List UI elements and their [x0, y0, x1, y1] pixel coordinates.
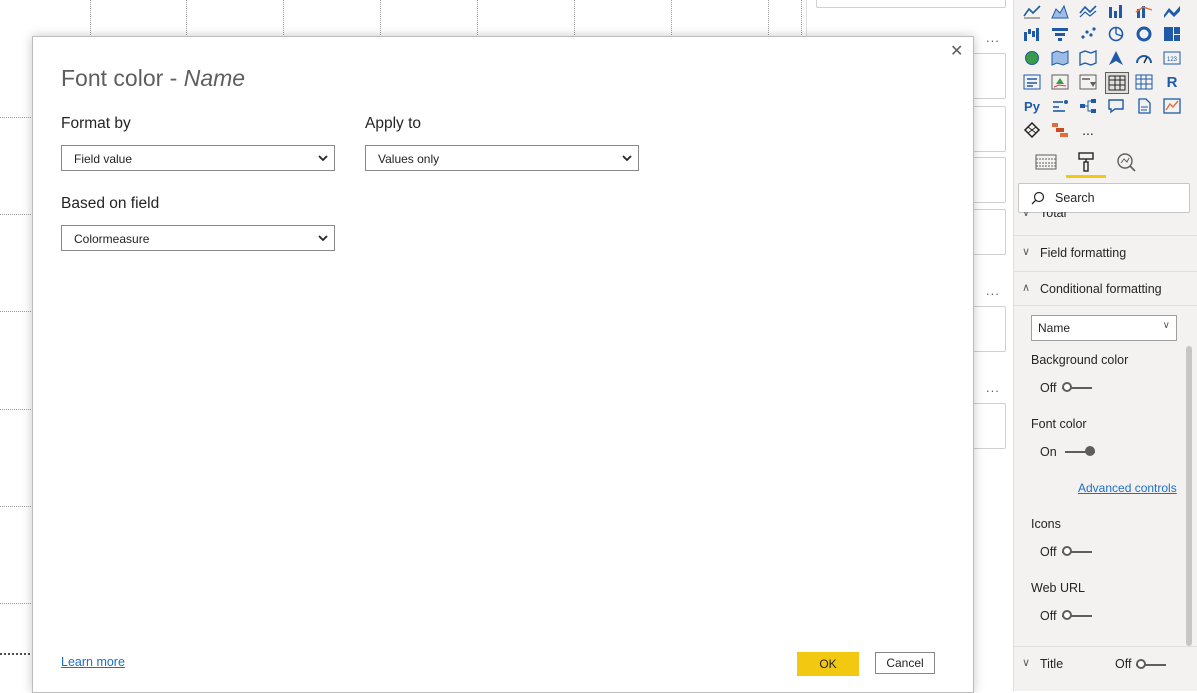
waterfall-chart-icon[interactable] [1022, 25, 1042, 43]
power-apps-icon[interactable] [1022, 121, 1042, 139]
chevron-down-icon: ∨ [1022, 246, 1031, 258]
key-influencers-icon[interactable] [1050, 97, 1070, 115]
icons-toggle[interactable]: Off [1040, 544, 1093, 560]
area-chart-icon[interactable] [1050, 2, 1070, 20]
ok-button[interactable]: OK [797, 652, 859, 676]
format-by-label: Format by [61, 115, 131, 132]
section-title[interactable]: ∨ Title Off [1014, 646, 1197, 683]
paginated-report-icon[interactable] [1162, 97, 1182, 115]
treemap-icon[interactable] [1162, 25, 1182, 43]
python-visual-icon[interactable]: Py [1022, 97, 1042, 115]
apply-to-select[interactable]: Values only [365, 145, 639, 171]
format-search-input[interactable]: Search [1018, 183, 1190, 213]
learn-more-link[interactable]: Learn more [61, 655, 125, 669]
format-tab-icon[interactable] [1073, 151, 1099, 173]
ribbon-chart-icon[interactable] [1162, 2, 1182, 20]
donut-chart-icon[interactable] [1134, 25, 1154, 43]
dialog-title-field: Name [183, 65, 246, 91]
based-on-field-label: Based on field [61, 195, 160, 212]
matrix-icon[interactable] [1134, 73, 1154, 91]
search-icon [1031, 191, 1045, 205]
web-url-label: Web URL [1031, 581, 1085, 595]
power-automate-icon[interactable] [1050, 121, 1070, 139]
chevron-down-icon: ∨ [1162, 320, 1170, 331]
analytics-tab-icon[interactable] [1113, 151, 1139, 173]
azure-map-icon[interactable] [1106, 49, 1126, 67]
field-select-dropdown[interactable]: Name ∨ [1031, 315, 1177, 341]
fields-tab-icon[interactable] [1033, 151, 1059, 173]
filled-map-icon[interactable] [1050, 49, 1070, 67]
chevron-down-icon [622, 155, 632, 162]
gauge-icon[interactable] [1134, 49, 1154, 67]
decomposition-tree-icon[interactable] [1078, 97, 1098, 115]
shape-map-icon[interactable] [1078, 49, 1098, 67]
active-tab-indicator [1066, 175, 1106, 178]
line-stacked-column-icon[interactable] [1134, 2, 1154, 20]
funnel-chart-icon[interactable] [1050, 25, 1070, 43]
line-chart-icon[interactable] [1022, 2, 1042, 20]
chevron-down-icon [318, 155, 328, 162]
more-options-icon[interactable]: ... [986, 30, 1000, 45]
cancel-button[interactable]: Cancel [875, 652, 935, 674]
section-conditional-formatting[interactable]: ∧ Conditional formatting [1014, 271, 1197, 307]
more-visuals-icon[interactable]: ... [1078, 121, 1098, 139]
background-color-label: Background color [1031, 353, 1129, 367]
table-icon[interactable] [1105, 72, 1129, 94]
icons-label: Icons [1031, 517, 1061, 531]
qa-icon[interactable] [1106, 97, 1126, 115]
search-placeholder: Search [1055, 191, 1095, 205]
font-color-dialog: Font color - Name ✕ Format by Field valu… [32, 36, 974, 693]
stacked-area-chart-icon[interactable] [1078, 2, 1098, 20]
pie-chart-icon[interactable] [1106, 25, 1126, 43]
map-icon[interactable] [1022, 49, 1042, 67]
multi-row-card-icon[interactable] [1022, 73, 1042, 91]
more-options-icon[interactable]: ... [986, 380, 1000, 395]
chevron-down-icon: ∨ [1022, 657, 1031, 669]
title-toggle-track[interactable] [1136, 659, 1166, 669]
canvas-selection-edge [0, 653, 30, 655]
more-options-icon[interactable]: ... [986, 283, 1000, 298]
chevron-down-icon: ∨ [1022, 212, 1031, 219]
format-by-select[interactable]: Field value [61, 145, 335, 171]
kpi-icon[interactable] [1050, 73, 1070, 91]
based-on-field-select[interactable]: Colormeasure [61, 225, 335, 251]
chevron-down-icon [318, 235, 328, 242]
apply-to-label: Apply to [365, 115, 422, 132]
smart-narrative-icon[interactable] [1134, 97, 1154, 115]
dialog-title: Font color - Name [61, 65, 246, 91]
section-field-formatting[interactable]: ∨ Field formatting [1014, 235, 1197, 271]
slicer-icon[interactable] [1078, 73, 1098, 91]
r-visual-icon[interactable]: R [1162, 73, 1182, 91]
advanced-controls-link[interactable]: Advanced controls [1078, 481, 1177, 495]
format-pane-scrollbar[interactable] [1186, 346, 1192, 646]
section-divider [1014, 305, 1197, 306]
web-url-toggle[interactable]: Off [1040, 608, 1093, 624]
title-toggle[interactable]: Off [1115, 657, 1131, 671]
chevron-up-icon: ∧ [1022, 282, 1031, 294]
font-color-toggle[interactable]: On [1040, 444, 1095, 460]
svg-text:123: 123 [1167, 57, 1178, 63]
font-color-label: Font color [1031, 417, 1087, 431]
card-icon[interactable]: 123 [1162, 49, 1182, 67]
scatter-chart-icon[interactable] [1078, 25, 1098, 43]
background-color-toggle[interactable]: Off [1040, 380, 1093, 396]
line-clustered-column-icon[interactable] [1106, 2, 1126, 20]
close-icon[interactable]: ✕ [950, 41, 963, 61]
section-total-partial[interactable]: Total ∨ [1014, 212, 1197, 220]
filter-card[interactable] [816, 0, 1006, 8]
